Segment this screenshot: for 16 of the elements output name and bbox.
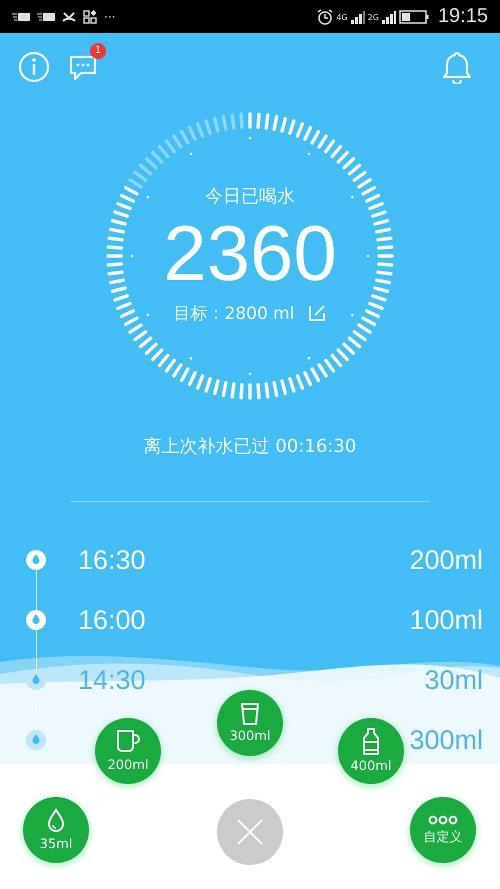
log-amount: 30ml — [424, 664, 483, 696]
message-count-badge: 1 — [90, 43, 106, 59]
today-amount: 2360 — [163, 214, 337, 292]
elapsed-time-text: 离上次补水已过 00:16:30 — [142, 435, 358, 458]
goal-text: 目标：2800 ml — [174, 302, 294, 324]
log-time: 14:30 — [78, 664, 146, 696]
today-label: 今日已喝水 — [205, 184, 295, 208]
network-type: 4G — [336, 13, 348, 22]
clock-time: 19:15 — [438, 5, 488, 28]
log-time: 16:30 — [78, 544, 146, 576]
network-type: 2G — [368, 13, 379, 22]
log-amount: 200ml — [409, 544, 483, 576]
log-amount: 300ml — [409, 724, 483, 756]
more-notifications: ··· — [104, 10, 116, 24]
log-amount: 100ml — [409, 604, 483, 636]
log-time: 16:00 — [78, 604, 146, 636]
